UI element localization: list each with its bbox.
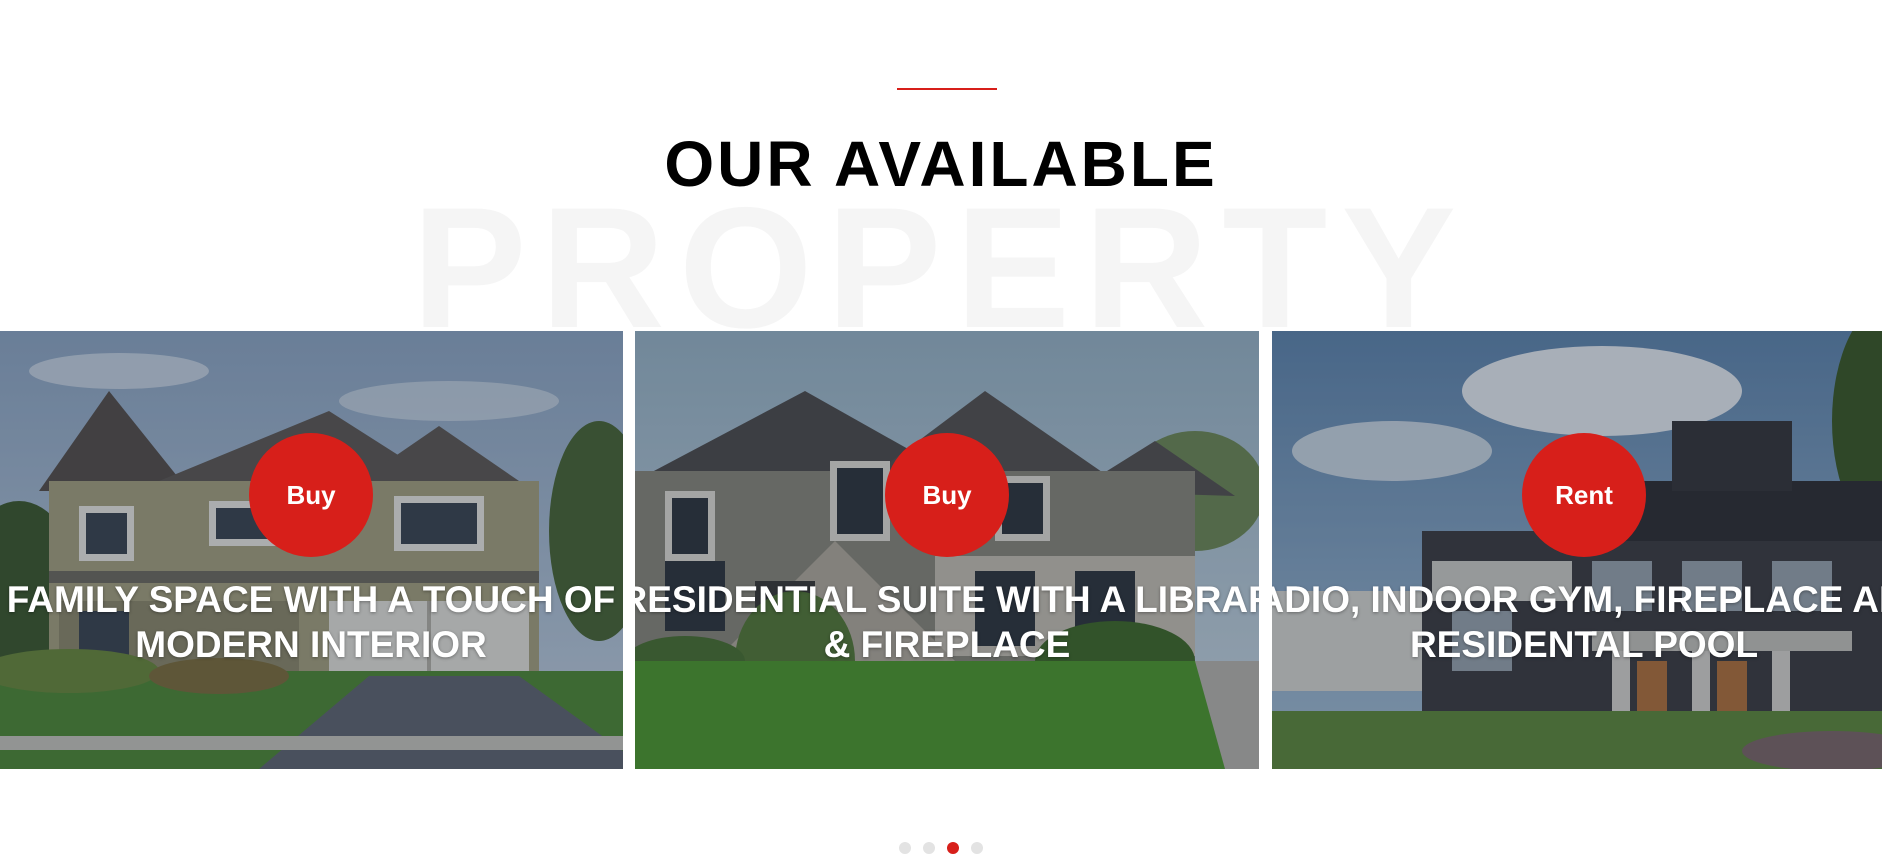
property-card[interactable]: Rent PADIO, INDOOR GYM, FIREPLACE AND RE… <box>1272 331 1882 769</box>
listing-type-badge[interactable]: Buy <box>885 433 1009 557</box>
pagination-dot[interactable] <box>971 842 983 854</box>
property-title[interactable]: PADIO, INDOOR GYM, FIREPLACE AND RESIDEN… <box>1272 577 1882 667</box>
listing-type-badge[interactable]: Buy <box>249 433 373 557</box>
listing-type-badge[interactable]: Rent <box>1522 433 1646 557</box>
pagination-dot[interactable] <box>923 842 935 854</box>
section-title: OUR AVAILABLE <box>664 128 1218 200</box>
carousel-pagination <box>0 842 1882 854</box>
pagination-dot[interactable] <box>947 842 959 854</box>
property-title[interactable]: FAMILY SPACE WITH A TOUCH OF MODERN INTE… <box>0 577 623 667</box>
property-card[interactable]: Buy PRESIDENTIAL SUITE WITH A LIBRARY & … <box>635 331 1259 769</box>
property-title[interactable]: PRESIDENTIAL SUITE WITH A LIBRARY & FIRE… <box>635 577 1259 667</box>
property-carousel[interactable]: Buy FAMILY SPACE WITH A TOUCH OF MODERN … <box>0 331 1882 769</box>
pagination-dot[interactable] <box>899 842 911 854</box>
property-card[interactable]: Buy FAMILY SPACE WITH A TOUCH OF MODERN … <box>0 331 623 769</box>
section-accent-line <box>897 88 997 90</box>
